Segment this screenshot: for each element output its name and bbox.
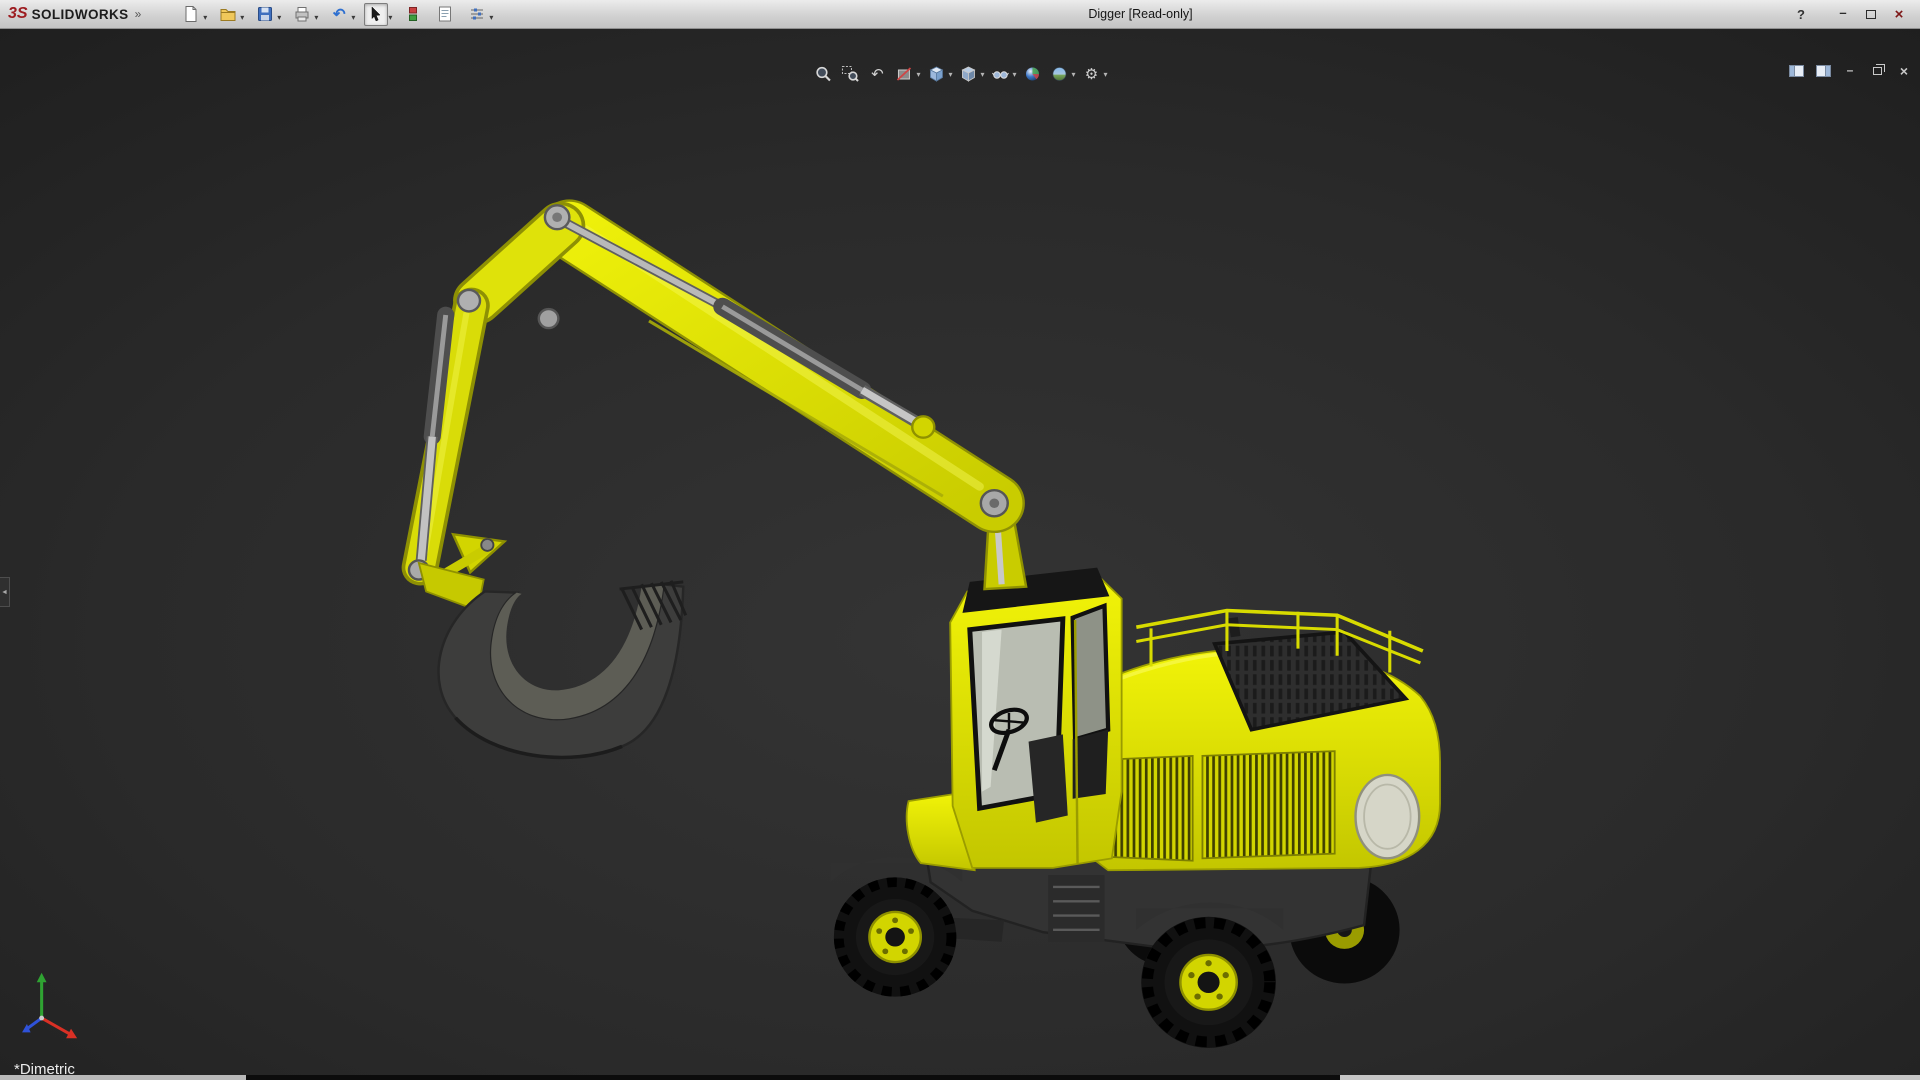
edit-appearance-icon <box>1024 65 1042 83</box>
doc-minimize-button[interactable]: – <box>1842 63 1858 79</box>
minimize-button[interactable]: – <box>1832 5 1854 24</box>
print-dropdown[interactable]: ▾ <box>314 13 318 22</box>
titlebar: 3S SOLIDWORKS » ▾ ▾ <box>0 0 1920 29</box>
undo-dropdown[interactable]: ▾ <box>351 13 355 22</box>
section-view-icon <box>895 65 913 83</box>
display-style-button[interactable] <box>957 63 979 85</box>
standard-toolbar: ▾ ▾ ▾ <box>179 3 498 26</box>
solidworks-logo-icon: 3S <box>8 5 28 23</box>
selection-filter-button[interactable] <box>401 3 425 26</box>
hide-show-items-dropdown[interactable]: ▾ <box>1013 70 1017 79</box>
select-button[interactable] <box>364 3 388 26</box>
previous-view-icon: ↶ <box>871 67 884 82</box>
document-title: Digger [Read-only] <box>1088 7 1192 21</box>
select-cursor-icon <box>367 5 385 23</box>
view-settings-button[interactable]: ⚙ <box>1081 63 1103 85</box>
undo-button[interactable]: ↶ <box>327 3 351 26</box>
file-open-icon <box>219 5 237 23</box>
options-icon <box>468 5 486 23</box>
side-window[interactable] <box>1073 606 1109 739</box>
apply-scene-button[interactable] <box>1049 63 1071 85</box>
pane-right-button[interactable] <box>1815 63 1831 79</box>
section-view-dropdown[interactable]: ▾ <box>916 70 920 79</box>
zoom-to-area-button[interactable] <box>839 63 861 85</box>
file-new-icon <box>182 5 200 23</box>
doc-restore-button[interactable] <box>1869 63 1885 79</box>
zoom-to-area-icon <box>841 65 859 83</box>
maximize-icon <box>1866 10 1876 19</box>
doc-close-icon: × <box>1900 63 1908 79</box>
apply-scene-dropdown[interactable]: ▾ <box>1072 70 1076 79</box>
zoom-to-fit-icon <box>814 65 832 83</box>
save-button[interactable] <box>253 3 277 26</box>
pane-left-button[interactable] <box>1788 63 1804 79</box>
viewport-canvas[interactable] <box>0 29 1920 1080</box>
save-dropdown[interactable]: ▾ <box>277 13 281 22</box>
file-new-dropdown[interactable]: ▾ <box>203 13 207 22</box>
select-dropdown[interactable]: ▾ <box>388 13 392 22</box>
close-button[interactable]: × <box>1888 5 1910 24</box>
pane-right-icon <box>1816 65 1831 77</box>
print-icon <box>293 5 311 23</box>
bottom-strip-right <box>1340 1075 1920 1080</box>
view-orientation-icon <box>927 65 945 83</box>
edit-appearance-button[interactable] <box>1022 63 1044 85</box>
collapse-arrow-icon: ◄ <box>1 589 8 596</box>
bottom-strip-left <box>0 1075 246 1080</box>
save-icon <box>256 5 274 23</box>
selection-filter-icon <box>404 5 422 23</box>
display-style-icon <box>959 65 977 83</box>
doc-minimize-icon: – <box>1847 63 1854 77</box>
window-controls: ? – × <box>1790 5 1920 24</box>
panel-collapse-handle[interactable]: ◄ <box>0 577 10 607</box>
view-orientation-dropdown[interactable]: ▾ <box>948 70 952 79</box>
bottom-edge-strip <box>0 1075 1920 1080</box>
maximize-button[interactable] <box>1860 5 1882 24</box>
hide-show-items-icon <box>992 65 1010 83</box>
bottom-strip-middle <box>246 1075 1340 1080</box>
close-icon: × <box>1895 6 1904 23</box>
view-settings-dropdown[interactable]: ▾ <box>1104 70 1108 79</box>
brand-name: SOLIDWORKS <box>32 7 129 22</box>
hide-show-items-button[interactable] <box>990 63 1012 85</box>
file-new-button[interactable] <box>179 3 203 26</box>
app-menu[interactable]: 3S SOLIDWORKS » <box>0 5 153 23</box>
wheel-rear[interactable] <box>1141 917 1276 1048</box>
file-properties-button[interactable] <box>433 3 457 26</box>
file-open-dropdown[interactable]: ▾ <box>240 13 244 22</box>
options-button[interactable] <box>465 3 489 26</box>
print-button[interactable] <box>290 3 314 26</box>
view-orientation-button[interactable] <box>925 63 947 85</box>
document-window-controls: – × <box>1788 63 1912 79</box>
help-button[interactable]: ? <box>1790 7 1812 22</box>
section-view-button[interactable] <box>893 63 915 85</box>
rear-panel[interactable] <box>1356 775 1420 858</box>
apply-scene-icon <box>1051 65 1069 83</box>
file-open-button[interactable] <box>216 3 240 26</box>
graphics-viewport[interactable]: ↶ ▾ ▾ <box>0 29 1920 1080</box>
wheel-front[interactable] <box>834 877 956 996</box>
doc-close-button[interactable]: × <box>1896 63 1912 79</box>
minimize-icon: – <box>1839 5 1846 20</box>
view-settings-icon: ⚙ <box>1085 67 1098 82</box>
file-properties-icon <box>436 5 454 23</box>
headsup-view-toolbar: ↶ ▾ ▾ <box>812 63 1107 85</box>
side-grille-right[interactable] <box>1202 751 1334 858</box>
doc-restore-icon <box>1873 67 1882 75</box>
undo-icon: ↶ <box>333 7 346 22</box>
zoom-to-fit-button[interactable] <box>812 63 834 85</box>
pane-left-icon <box>1789 65 1804 77</box>
menu-overflow-chevron[interactable]: » <box>135 7 142 21</box>
previous-view-button[interactable]: ↶ <box>866 63 888 85</box>
options-dropdown[interactable]: ▾ <box>489 13 493 22</box>
display-style-dropdown[interactable]: ▾ <box>980 70 984 79</box>
